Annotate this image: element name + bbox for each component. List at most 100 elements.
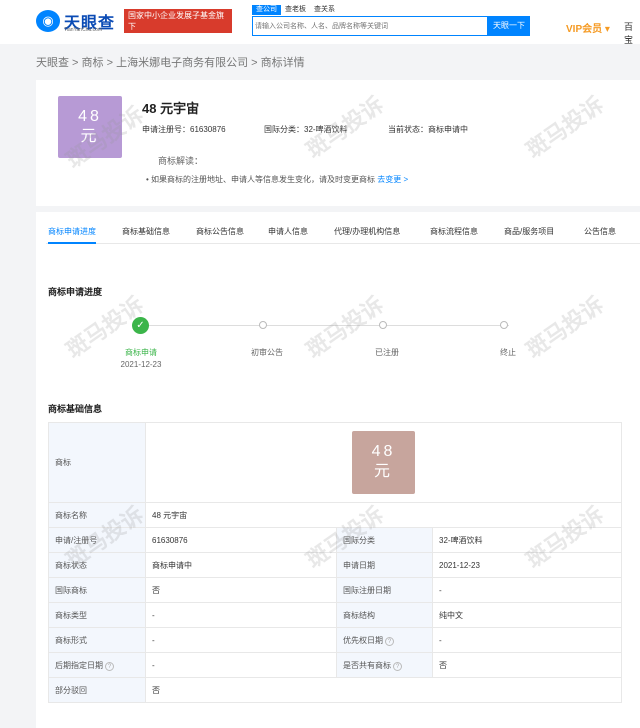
table-value: - (145, 627, 337, 653)
search-tab-company[interactable]: 查公司 (252, 5, 281, 15)
search-box (252, 16, 488, 36)
check-icon: ✓ (132, 317, 149, 334)
table-value: 否 (145, 577, 337, 603)
table-value: - (432, 577, 622, 603)
vip-label: VIP会员 (566, 24, 603, 35)
table-value: - (432, 627, 622, 653)
interpretation-label: 商标解读： (158, 156, 204, 166)
table-value: 纯中文 (432, 602, 622, 628)
trademark-logo: 48 元 (58, 96, 122, 158)
logo-value-cell: 48 元 (145, 422, 622, 503)
tab-bar: 商标申请进度 商标基础信息 商标公告信息 申请人信息 代理/办理机构信息 商标流… (46, 220, 640, 244)
table-row: 商标 48 元 (48, 422, 622, 503)
tab-agency-info[interactable]: 代理/办理机构信息 (334, 220, 400, 244)
interpretation-text: • 如果商标的注册地址、申请人等信息发生变化，请及时变更商标 去变更 > (146, 174, 408, 185)
search-tabs: 查公司 查老板 查关系 (252, 5, 339, 15)
logo-subtext: TianYanCha.com (64, 27, 103, 33)
table-row: 商标状态 商标申请中 申请日期 2021-12-23 (48, 552, 622, 578)
trademark-name: 48 元宇宙 (142, 101, 200, 116)
current-status: 当前状态：商标申请中 (388, 125, 468, 134)
progress-dot-terminated (500, 321, 508, 329)
table-row: 后期指定日期? - 是否共有商标? 否 (48, 652, 622, 678)
table-key: 商标结构 (336, 602, 433, 628)
basic-section-title: 商标基础信息 (48, 404, 103, 414)
table-key: 国际分类 (336, 527, 433, 553)
table-logo-line-2: 元 (373, 463, 393, 480)
search-input[interactable] (255, 19, 435, 33)
promo-line-1: 国家中小企业发展子基金旗下 (128, 11, 224, 31)
table-key: 商标名称 (48, 502, 146, 528)
search-tab-relation[interactable]: 查关系 (310, 5, 339, 15)
progress-step-apply: 商标申请 (125, 348, 157, 357)
table-value: 32-啤酒饮料 (432, 527, 622, 553)
table-trademark-logo: 48 元 (352, 431, 415, 494)
logo-label-cell: 商标 (48, 422, 146, 503)
progress-step-prelim: 初审公告 (251, 348, 283, 357)
progress-dot-registered (379, 321, 387, 329)
tab-apply-progress[interactable]: 商标申请进度 (48, 220, 96, 244)
table-logo-line-1: 48 (371, 443, 396, 460)
progress-section-title: 商标申请进度 (48, 287, 103, 297)
vip-link[interactable]: VIP会员 ▾ (566, 20, 610, 35)
table-key-label: 优先权日期 (343, 635, 383, 645)
progress-step-terminated: 终止 (500, 348, 516, 357)
help-icon[interactable]: ? (393, 661, 402, 671)
trademark-header-card (36, 80, 640, 206)
tab-basic-info[interactable]: 商标基础信息 (122, 220, 170, 244)
table-key-with-help: 后期指定日期? (48, 652, 146, 678)
help-icon[interactable]: ? (105, 661, 114, 671)
table-key: 申请/注册号 (48, 527, 146, 553)
table-key: 商标形式 (48, 627, 146, 653)
promo-line-2: 官方备案企业征信机构 (128, 33, 208, 42)
trademark-logo-line-1: 48 (78, 108, 102, 125)
basic-info-table: 商标 48 元 商标名称 48 元宇宙 申请/注册号 61630876 国际分类… (48, 422, 622, 703)
breadcrumb[interactable]: 天眼查 > 商标 > 上海米娜电子商务有限公司 > 商标详情 (36, 54, 305, 70)
reg-number: 申请注册号：61630876 (142, 125, 226, 134)
tab-applicant-info[interactable]: 申请人信息 (268, 220, 308, 244)
table-value: - (145, 602, 337, 628)
table-key: 申请日期 (336, 552, 433, 578)
table-key-label: 后期指定日期 (55, 660, 103, 670)
table-key: 国际注册日期 (336, 577, 433, 603)
tab-process-info[interactable]: 商标流程信息 (430, 220, 478, 244)
top-bar: ◉ 天眼查 TianYanCha.com 国家中小企业发展子基金旗下 官方备案企… (0, 0, 640, 46)
topbar-extra-link[interactable]: 百宝 (624, 20, 640, 46)
trademark-logo-line-2: 元 (80, 128, 100, 145)
change-trademark-link[interactable]: 去变更 > (377, 175, 408, 184)
eye-logo-icon: ◉ (36, 10, 60, 32)
table-value: 2021-12-23 (432, 552, 622, 578)
table-value: 61630876 (145, 527, 337, 553)
progress-apply-date: 2021-12-23 (120, 360, 162, 369)
table-key-with-help: 是否共有商标? (336, 652, 433, 678)
table-value: 48 元宇宙 (145, 502, 622, 528)
progress-step-registered: 已注册 (375, 348, 399, 357)
chevron-down-icon: ▾ (604, 24, 610, 35)
table-key: 商标类型 (48, 602, 146, 628)
promo-badge[interactable]: 国家中小企业发展子基金旗下 官方备案企业征信机构 (124, 9, 232, 42)
table-key-label: 是否共有商标 (343, 660, 391, 670)
search-button[interactable]: 天眼一下 (488, 16, 530, 36)
tab-goods-services[interactable]: 商品/服务项目 (504, 220, 554, 244)
table-key: 商标状态 (48, 552, 146, 578)
tab-announcement-info[interactable]: 商标公告信息 (196, 220, 244, 244)
interpretation-body: • 如果商标的注册地址、申请人等信息发生变化，请及时变更商标 (146, 175, 376, 184)
help-icon[interactable]: ? (385, 636, 394, 646)
table-key: 国际商标 (48, 577, 146, 603)
table-value: - (145, 652, 337, 678)
table-row: 部分驳回 否 (48, 677, 622, 703)
table-value: 商标申请中 (145, 552, 337, 578)
search-tab-boss[interactable]: 查老板 (281, 5, 310, 15)
table-row: 商标形式 - 优先权日期? - (48, 627, 622, 653)
table-row: 商标名称 48 元宇宙 (48, 502, 622, 528)
progress-dot-prelim (259, 321, 267, 329)
table-key: 部分驳回 (48, 677, 146, 703)
table-key-with-help: 优先权日期? (336, 627, 433, 653)
tab-notice-info[interactable]: 公告信息 (584, 220, 616, 244)
table-value: 否 (145, 677, 622, 703)
table-value: 否 (432, 652, 622, 678)
intl-class: 国际分类：32-啤酒饮料 (264, 125, 348, 134)
progress-track (149, 325, 509, 326)
table-row: 国际商标 否 国际注册日期 - (48, 577, 622, 603)
table-row: 商标类型 - 商标结构 纯中文 (48, 602, 622, 628)
site-logo[interactable]: ◉ 天眼查 TianYanCha.com (36, 8, 118, 34)
